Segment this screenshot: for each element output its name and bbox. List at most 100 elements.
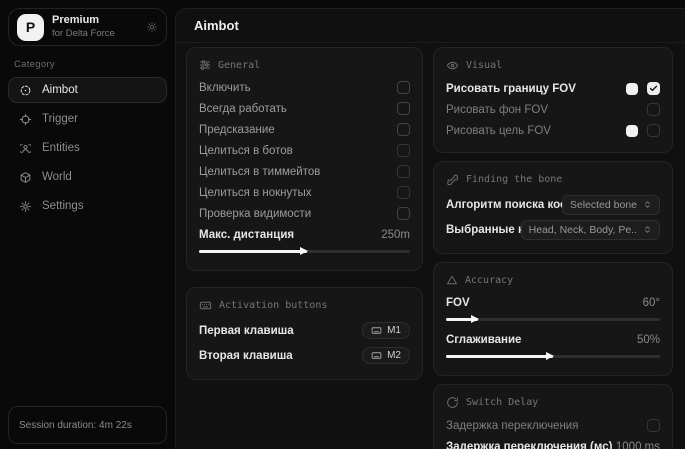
slider-thumb[interactable] [546, 352, 554, 360]
toggle-row-aim-knocked: Целиться в нокнутых [199, 182, 410, 203]
slider-thumb[interactable] [300, 247, 308, 255]
keybind-button-secondary[interactable]: M2 [362, 347, 410, 364]
toggle-label: Целиться в ботов [199, 145, 293, 157]
toggle-label: Предсказание [199, 124, 275, 136]
toggle-row-prediction: Предсказание [199, 119, 410, 140]
main-panel: Aimbot General Включить [175, 8, 685, 449]
sidebar-item-trigger[interactable]: Trigger [8, 106, 167, 132]
bone-row-selected: Выбранные кости Head, Neck, Body, Pe.. [446, 217, 660, 242]
checkbox-aim-knocked[interactable] [397, 186, 410, 199]
checkbox-prediction[interactable] [397, 123, 410, 136]
content: General Включить Всегда работать Предска… [176, 43, 685, 449]
slider-row-max-distance: Макс. дистанция 250m [199, 224, 410, 245]
card-title-text: Activation buttons [219, 300, 327, 311]
cube-icon [19, 171, 32, 184]
premium-subtitle: for Delta Force [52, 28, 115, 40]
premium-box: P Premium for Delta Force [8, 8, 167, 46]
card-title-text: Switch Delay [466, 397, 538, 408]
keybind-label: Первая клавиша [199, 325, 294, 337]
visual-controls [626, 124, 660, 137]
max-distance-slider[interactable] [199, 246, 410, 256]
slider-row-fov: FOV 60° [446, 292, 660, 313]
sidebar-item-label: World [42, 171, 72, 183]
card-visual: Visual Рисовать границу FOV Рисовать фон… [433, 47, 673, 153]
toggle-label: Проверка видимости [199, 208, 311, 220]
card-general-title: General [199, 59, 410, 71]
selected-bones-dropdown[interactable]: Head, Neck, Body, Pe.. [521, 220, 660, 240]
refresh-icon [446, 396, 459, 409]
slider-value: 1000 ms [616, 441, 660, 449]
card-finding-bone-title: Finding the bone [446, 173, 660, 186]
toggle-row-visibility-check: Проверка видимости [199, 203, 410, 224]
sidebar-item-aimbot[interactable]: Aimbot [8, 77, 167, 103]
session-duration-text: Session duration: 4m 22s [19, 420, 132, 431]
toggle-label: Целиться в нокнутых [199, 187, 312, 199]
slider-label: Сглаживание [446, 334, 521, 346]
checkbox-switch-delay[interactable] [647, 419, 660, 432]
crosshair-icon [19, 84, 32, 97]
visual-label: Рисовать цель FOV [446, 125, 551, 137]
card-switch-delay-title: Switch Delay [446, 396, 660, 409]
checkbox-always-work[interactable] [397, 102, 410, 115]
dropdown-value: Head, Neck, Body, Pe.. [529, 224, 637, 236]
trigger-crosshair-icon [19, 113, 32, 126]
eye-icon [446, 59, 459, 72]
slider-label: FOV [446, 297, 470, 309]
sidebar-item-world[interactable]: World [8, 164, 167, 190]
sync-icon[interactable] [146, 21, 158, 33]
checkbox-fov-target[interactable] [647, 124, 660, 137]
slider-label: Задержка переключения (мс) [446, 441, 612, 449]
sidebar-item-label: Trigger [42, 113, 78, 125]
person-icon [19, 142, 32, 155]
color-swatch[interactable] [626, 83, 638, 95]
fov-slider[interactable] [446, 314, 660, 324]
checkbox-visibility-check[interactable] [397, 207, 410, 220]
card-activation-title: Activation buttons [199, 299, 410, 312]
checkbox-aim-teammates[interactable] [397, 165, 410, 178]
premium-title: Premium [52, 14, 115, 28]
slider-value: 250m [381, 229, 410, 241]
keybind-value: M2 [387, 350, 401, 361]
card-title-text: Visual [466, 60, 502, 71]
app-logo: P [17, 14, 44, 41]
slider-fill [446, 355, 553, 358]
sidebar-item-label: Aimbot [42, 84, 78, 96]
slider-label: Макс. дистанция [199, 229, 294, 241]
toggle-row-switch-delay: Задержка переключения [446, 415, 660, 436]
visual-row-fov-target: Рисовать цель FOV [446, 120, 660, 141]
checkbox-enable[interactable] [397, 81, 410, 94]
bone-algorithm-dropdown[interactable]: Selected bone [562, 195, 660, 215]
sidebar-item-settings[interactable]: Settings [8, 193, 167, 219]
keyboard-icon [199, 299, 212, 312]
card-switch-delay: Switch Delay Задержка переключения Задер… [433, 384, 673, 449]
checkbox-aim-bots[interactable] [397, 144, 410, 157]
checkbox-fov-background[interactable] [647, 103, 660, 116]
color-swatch[interactable] [626, 125, 638, 137]
card-activation-buttons: Activation buttons Первая клавиша M1 Вто… [186, 287, 423, 380]
toggle-label: Задержка переключения [446, 420, 578, 432]
visual-row-fov-border: Рисовать границу FOV [446, 78, 660, 99]
sidebar: P Premium for Delta Force Category Aimbo… [0, 0, 175, 449]
keybind-button-primary[interactable]: M1 [362, 322, 410, 339]
main-header: Aimbot [176, 9, 685, 43]
checkbox-fov-border[interactable] [647, 82, 660, 95]
bone-icon [446, 173, 459, 186]
sliders-icon [199, 59, 211, 71]
card-visual-title: Visual [446, 59, 660, 72]
smoothing-slider[interactable] [446, 351, 660, 361]
keybind-label: Вторая клавиша [199, 350, 293, 362]
toggle-row-enable: Включить [199, 77, 410, 98]
card-general: General Включить Всегда работать Предска… [186, 47, 423, 271]
card-title-text: Finding the bone [466, 174, 562, 185]
toggle-row-aim-bots: Целиться в ботов [199, 140, 410, 161]
page-title: Aimbot [194, 18, 239, 33]
sidebar-item-entities[interactable]: Entities [8, 135, 167, 161]
chevron-updown-icon [643, 225, 652, 234]
toggle-row-aim-teammates: Целиться в тиммейтов [199, 161, 410, 182]
slider-thumb[interactable] [471, 315, 479, 323]
card-accuracy-title: Accuracy [446, 274, 660, 286]
visual-controls [647, 103, 660, 116]
slider-value: 50% [637, 334, 660, 346]
chevron-updown-icon [643, 200, 652, 209]
sidebar-item-label: Entities [42, 142, 80, 154]
